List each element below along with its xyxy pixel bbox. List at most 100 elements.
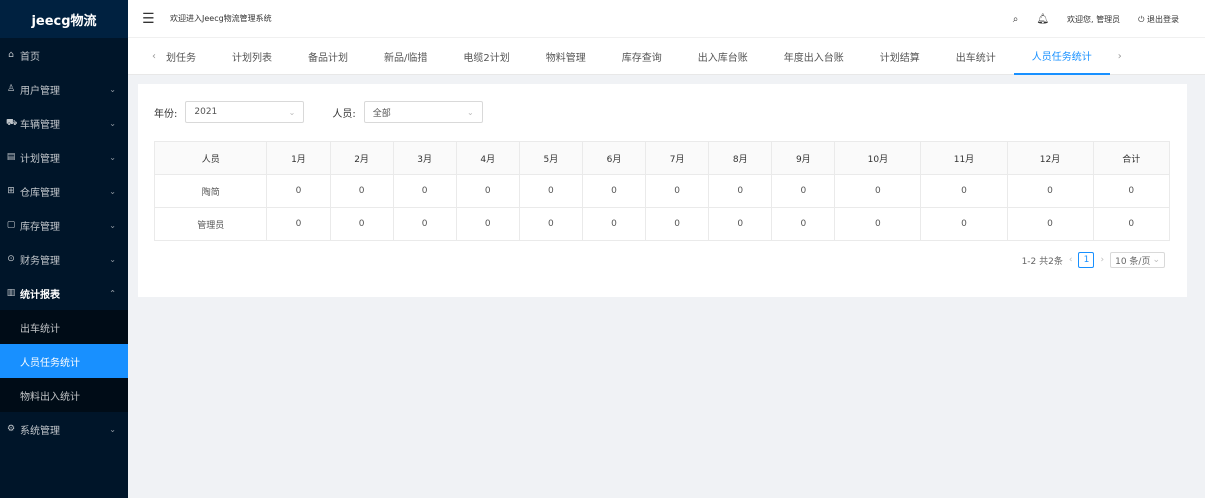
next-page-icon[interactable]: › <box>1100 255 1104 265</box>
chevron-down-icon: ⌄ <box>109 118 116 128</box>
user-greeting[interactable]: 欢迎您, 管理员 <box>1067 14 1120 25</box>
person-select[interactable]: 全部 ⌄ <box>363 101 483 123</box>
table-cell: 0 <box>1006 174 1094 208</box>
table-cell: 0 <box>266 174 331 208</box>
page-number-current[interactable]: 1 <box>1078 252 1095 268</box>
chevron-down-icon: ⌄ <box>109 424 116 434</box>
tab-annual-ledger[interactable]: 年度出入台账 <box>766 38 862 75</box>
home-icon: ⌂ <box>8 50 14 60</box>
reports-submenu: 出车统计 人员任务统计 物料出入统计 <box>0 310 128 412</box>
col-total: 合计 <box>1092 141 1171 175</box>
tab-bar: ‹ 划任务 计划列表 备品计划 新品/临措 电缆2计划 物料管理 库存查询 出入… <box>128 38 1205 75</box>
sidebar-item-reports[interactable]: ▥ 统计报表 ⌃ <box>0 276 128 310</box>
table-cell: 0 <box>329 207 394 241</box>
table-cell: 0 <box>518 174 583 208</box>
table-cell: 0 <box>834 174 922 208</box>
table-cell: 0 <box>645 207 710 241</box>
inventory-icon: ▢ <box>6 220 16 230</box>
app-logo[interactable]: jeecg物流 <box>0 0 128 38</box>
table-cell: 0 <box>1006 207 1094 241</box>
content-card: 年份: 2021 ⌄ 人员: 全部 ⌄ 人员 1月 2月 3月 4月 5月 6月… <box>138 84 1187 297</box>
user-icon: ♙ <box>6 84 16 94</box>
tab-cable-plan[interactable]: 电缆2计划 <box>445 38 527 75</box>
table-cell: 0 <box>329 174 394 208</box>
table-header-row: 人员 1月 2月 3月 4月 5月 6月 7月 8月 9月 10月 11月 12… <box>153 141 1171 175</box>
cell-person: 陶简 <box>153 174 268 208</box>
tab-scroll-right-icon[interactable]: › <box>1110 51 1130 62</box>
table-row: 管理员 0 0 0 0 0 0 0 0 0 0 0 0 0 <box>153 207 1171 241</box>
top-header: ☰ 欢迎进入Jeecg物流管理系统 ⌕ 🔔︎ 欢迎您, 管理员 ⏻ 退出登录 <box>128 0 1205 38</box>
table-cell: 0 <box>920 207 1008 241</box>
table-cell: 0 <box>581 207 647 241</box>
table-cell: 0 <box>834 207 922 241</box>
chevron-down-icon: ⌄ <box>109 220 116 230</box>
table-cell: 0 <box>708 207 773 241</box>
finance-icon: ⊙ <box>7 254 15 264</box>
table-cell: 0 <box>392 174 457 208</box>
sidebar-item-system[interactable]: ⚙ 系统管理 ⌄ <box>0 412 128 446</box>
col-person: 人员 <box>153 141 268 175</box>
col-month: 9月 <box>771 141 836 175</box>
sidebar-item-vehicles[interactable]: ⛟ 车辆管理 ⌄ <box>0 106 128 140</box>
search-icon[interactable]: ⌕ <box>1013 14 1019 25</box>
tab-material[interactable]: 物料管理 <box>528 38 604 75</box>
col-month: 7月 <box>645 141 710 175</box>
tab-io-ledger[interactable]: 出入库台账 <box>680 38 766 75</box>
year-select[interactable]: 2021 ⌄ <box>185 101 305 123</box>
table-cell: 0 <box>581 174 647 208</box>
bell-icon[interactable]: 🔔︎ <box>1036 14 1049 25</box>
tab-stock-query[interactable]: 库存查询 <box>604 38 680 75</box>
col-month: 5月 <box>518 141 583 175</box>
table-cell: 0 <box>518 207 583 241</box>
tab-scroll-left-icon[interactable]: ‹ <box>144 51 164 62</box>
col-month: 3月 <box>392 141 457 175</box>
table-cell: 0 <box>455 174 520 208</box>
filter-bar: 年份: 2021 ⌄ 人员: 全部 ⌄ <box>154 101 1171 123</box>
chevron-down-icon: ⌄ <box>109 254 116 264</box>
year-label: 年份: <box>154 108 178 120</box>
chevron-down-icon: ⌄ <box>1152 255 1160 265</box>
table-row: 陶简 0 0 0 0 0 0 0 0 0 0 0 0 0 <box>153 174 1171 208</box>
col-month: 1月 <box>266 141 331 175</box>
sidebar-item-inventory[interactable]: ▢ 库存管理 ⌄ <box>0 208 128 242</box>
welcome-text: 欢迎进入Jeecg物流管理系统 <box>170 14 272 23</box>
tab-vehicle-stats[interactable]: 出车统计 <box>938 38 1014 75</box>
tab-plan-list[interactable]: 计划列表 <box>214 38 290 75</box>
sidebar-item-users[interactable]: ♙ 用户管理 ⌄ <box>0 72 128 106</box>
prev-page-icon[interactable]: ‹ <box>1069 255 1073 265</box>
tab-personnel-stats[interactable]: 人员任务统计 <box>1013 38 1110 75</box>
logout-icon: ⏻ <box>1138 14 1147 24</box>
sidebar-subitem-personnel-stats[interactable]: 人员任务统计 <box>0 344 128 378</box>
page-size-select[interactable]: 10 条/页 ⌄ <box>1110 252 1165 268</box>
table-cell-total: 0 <box>1092 174 1171 208</box>
settings-icon: ⚙ <box>6 424 16 434</box>
col-month: 6月 <box>581 141 647 175</box>
sidebar-subitem-vehicle-stats[interactable]: 出车统计 <box>0 310 128 344</box>
sidebar-item-finance[interactable]: ⊙ 财务管理 ⌄ <box>0 242 128 276</box>
menu-fold-icon[interactable]: ☰ <box>142 11 158 27</box>
sidebar-item-warehouse[interactable]: ⊞ 仓库管理 ⌄ <box>0 174 128 208</box>
sidebar-subitem-material-stats[interactable]: 物料出入统计 <box>0 378 128 412</box>
chevron-down-icon: ⌄ <box>109 152 116 162</box>
tab-new-temp[interactable]: 新品/临措 <box>366 38 445 75</box>
tab-partial[interactable]: 划任务 <box>164 38 214 75</box>
file-icon: ▤ <box>6 152 16 162</box>
pagination-summary: 1-2 共2条 <box>1021 256 1063 267</box>
car-icon: ⛟ <box>6 117 18 128</box>
tab-spare-plan[interactable]: 备品计划 <box>290 38 366 75</box>
table-cell: 0 <box>455 207 520 241</box>
sidebar-item-home[interactable]: ⌂ 首页 <box>0 38 128 72</box>
warehouse-icon: ⊞ <box>7 186 15 196</box>
table-cell: 0 <box>771 174 836 208</box>
logout-button[interactable]: ⏻ 退出登录 <box>1138 14 1179 25</box>
header-actions: ⌕ 🔔︎ 欢迎您, 管理员 ⏻ 退出登录 <box>1013 0 1179 38</box>
tab-plan-settlement[interactable]: 计划结算 <box>862 38 938 75</box>
col-month: 2月 <box>329 141 394 175</box>
col-month: 10月 <box>834 141 922 175</box>
table-cell-total: 0 <box>1092 207 1171 241</box>
stats-table: 人员 1月 2月 3月 4月 5月 6月 7月 8月 9月 10月 11月 12… <box>153 141 1171 241</box>
table-cell: 0 <box>392 207 457 241</box>
col-month: 8月 <box>708 141 773 175</box>
sidebar-item-plans[interactable]: ▤ 计划管理 ⌄ <box>0 140 128 174</box>
col-month: 12月 <box>1006 141 1094 175</box>
